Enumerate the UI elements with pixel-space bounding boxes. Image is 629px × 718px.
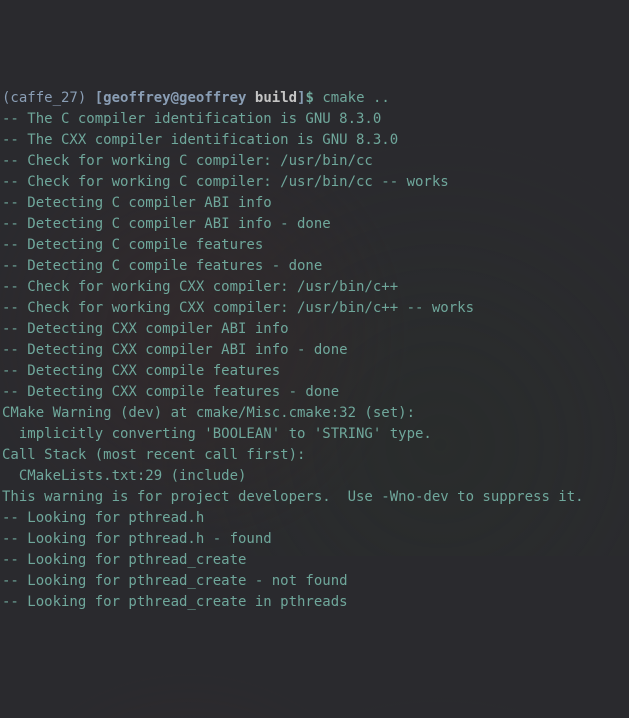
output-line: -- Detecting C compiler ABI info - done bbox=[2, 214, 627, 235]
output-line: Call Stack (most recent call first): bbox=[2, 445, 627, 466]
terminal[interactable]: (caffe_27) [geoffrey@geoffrey build]$ cm… bbox=[2, 88, 627, 613]
bracket-open: [ bbox=[95, 90, 103, 106]
output-line: -- Detecting C compiler ABI info bbox=[2, 193, 627, 214]
user-host: geoffrey@geoffrey bbox=[103, 90, 246, 106]
output-line: -- The C compiler identification is GNU … bbox=[2, 109, 627, 130]
dollar-sign: $ bbox=[306, 90, 314, 106]
output-line: -- Check for working CXX compiler: /usr/… bbox=[2, 298, 627, 319]
output-line: -- Looking for pthread_create - not foun… bbox=[2, 571, 627, 592]
output-line: -- Detecting CXX compiler ABI info - don… bbox=[2, 340, 627, 361]
conda-env: (caffe_27) bbox=[2, 90, 86, 106]
output-line: -- Detecting CXX compile features bbox=[2, 361, 627, 382]
bracket-close: ] bbox=[297, 90, 305, 106]
output-line: -- Check for working C compiler: /usr/bi… bbox=[2, 172, 627, 193]
output-line: -- Detecting CXX compile features - done bbox=[2, 382, 627, 403]
command-text: cmake .. bbox=[322, 90, 389, 106]
current-dir: build bbox=[255, 90, 297, 106]
output-line: CMakeLists.txt:29 (include) bbox=[2, 466, 627, 487]
prompt-line[interactable]: (caffe_27) [geoffrey@geoffrey build]$ cm… bbox=[2, 88, 627, 109]
output-line: implicitly converting 'BOOLEAN' to 'STRI… bbox=[2, 424, 627, 445]
output-line: CMake Warning (dev) at cmake/Misc.cmake:… bbox=[2, 403, 627, 424]
output-line: -- Looking for pthread.h bbox=[2, 508, 627, 529]
output-line: -- Check for working C compiler: /usr/bi… bbox=[2, 151, 627, 172]
output-line: -- Detecting C compile features - done bbox=[2, 256, 627, 277]
output-line: -- Detecting CXX compiler ABI info bbox=[2, 319, 627, 340]
output-line: -- Detecting C compile features bbox=[2, 235, 627, 256]
output-line: -- Looking for pthread.h - found bbox=[2, 529, 627, 550]
output-line: -- Check for working CXX compiler: /usr/… bbox=[2, 277, 627, 298]
output-line: -- Looking for pthread_create bbox=[2, 550, 627, 571]
output-line: -- Looking for pthread_create in pthread… bbox=[2, 592, 627, 613]
output-line: -- The CXX compiler identification is GN… bbox=[2, 130, 627, 151]
output-line: This warning is for project developers. … bbox=[2, 487, 627, 508]
